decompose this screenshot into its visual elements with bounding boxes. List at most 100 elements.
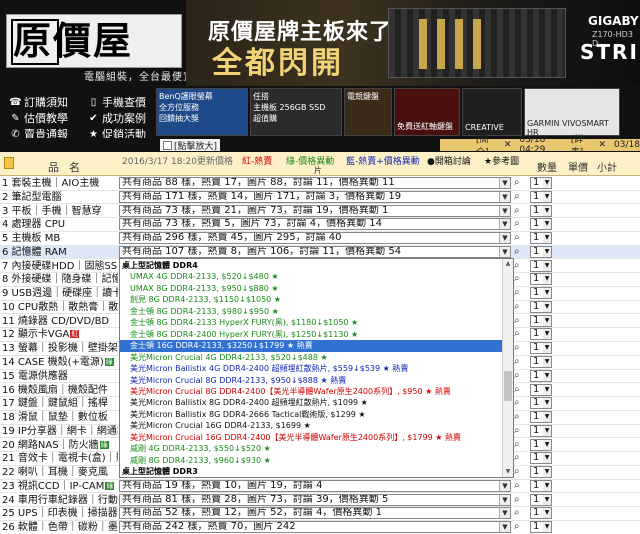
quantity-select[interactable]: 1 ▼ <box>530 356 552 368</box>
search-icon[interactable]: ⌕ <box>514 480 526 492</box>
category-label[interactable]: 18 滑鼠｜鼠墊｜數位板 <box>2 411 118 424</box>
search-icon[interactable]: ⌕ <box>514 439 526 451</box>
dropdown-option[interactable]: 威剛 4G DDR4-2133, $550↓$520 ★ <box>120 443 504 455</box>
quantity-select[interactable]: 1 ▼ <box>530 328 552 341</box>
product-select[interactable]: 共有商品 52 樣，熱賣 12，圖片 52，討論 4，價格異動 1 ▼ <box>119 507 511 520</box>
quantity-select[interactable]: 1 ▼ <box>530 259 552 272</box>
ad-creative[interactable]: CREATIVE <box>462 88 522 136</box>
category-label[interactable]: 2 筆記型電腦 <box>2 191 118 204</box>
category-label[interactable]: 14 CASE 機殼(+電源) 綠 <box>2 356 118 369</box>
quantity-select[interactable]: 1 ▼ <box>530 300 552 313</box>
search-icon[interactable]: ⌕ <box>514 425 526 437</box>
product-select[interactable]: 共有商品 81 樣，熱賣 28，圖片 73，討論 39，價格異動 5 ▼ <box>119 493 511 506</box>
dropdown-option[interactable]: 美光Micron Crucial 8G DDR4-2400【美光半導體Wafer… <box>120 386 504 398</box>
search-icon[interactable]: ⌕ <box>514 287 526 299</box>
search-icon[interactable]: ⌕ <box>514 260 526 272</box>
zoom-toggle[interactable]: [點擊放大] <box>160 139 221 152</box>
search-icon[interactable]: ⌕ <box>514 301 526 313</box>
category-label[interactable]: 20 網路NAS｜防火牆綠 <box>2 439 118 452</box>
search-icon[interactable]: ⌕ <box>514 384 526 396</box>
dropdown-option[interactable]: 金士頓 16G DDR4-2133, $3250↓$1799 ★ 熱賣 <box>120 340 504 353</box>
category-label[interactable]: 5 主機板 MB <box>2 232 118 245</box>
search-icon[interactable]: ⌕ <box>514 466 526 478</box>
category-label[interactable]: 11 燒錄器 CD/DVD/BD <box>2 315 118 328</box>
product-select[interactable]: 共有商品 171 樣，熱賣 14，圖片 171，討論 3，價格異動 19 ▼ <box>119 190 511 203</box>
product-select[interactable]: 共有商品 242 樣，熱賣 70，圖片 242 ▼ <box>119 521 511 534</box>
product-select[interactable]: 共有商品 73 樣，熱賣 21，圖片 73，討論 19，價格異動 1 ▼ <box>119 204 511 217</box>
category-label[interactable]: 4 處理器 CPU <box>2 218 118 231</box>
ad-benq[interactable]: BenQ護眼螢幕 全方位服務 回饋抽大獎 <box>156 88 248 136</box>
category-label[interactable]: 24 車用行車紀錄器｜行動電 <box>2 494 118 507</box>
dropdown-option[interactable]: 美光Micron Crucial 16G DDR4-2400【美光半導體Wafe… <box>120 432 504 444</box>
nav-mobile-price[interactable]: ▯ 手機查價 <box>88 94 146 110</box>
search-icon[interactable]: ⌕ <box>514 191 526 203</box>
quantity-select[interactable]: 1 ▼ <box>530 397 552 410</box>
dropdown-option[interactable]: 美光Micron Crucial 4G DDR4-2133, $520↓$488… <box>120 352 504 364</box>
dropdown-option[interactable]: UMAX 8G DDR4-2133, $950↓$880 ★ <box>120 283 504 295</box>
search-icon[interactable]: ⌕ <box>514 356 526 368</box>
category-label[interactable]: 26 軟體｜色帶｜碳粉｜墨水 <box>2 521 118 534</box>
category-label[interactable]: 12 顯示卡VGA 紅 <box>2 328 118 341</box>
search-icon[interactable]: ⌕ <box>514 246 526 258</box>
search-icon[interactable]: ⌕ <box>514 273 526 285</box>
quantity-select[interactable]: 1 ▼ <box>530 466 552 479</box>
search-icon[interactable]: ⌕ <box>514 521 526 533</box>
site-logo[interactable]: 原價屋 <box>6 14 182 68</box>
scroll-thumb[interactable] <box>504 371 512 401</box>
dropdown-option[interactable]: 金士頓 8G DDR4-2133 HyperX FURY(黑), $1180↓$… <box>120 317 504 329</box>
category-label[interactable]: 17 鍵盤｜鍵鼠組｜搖桿 <box>2 397 118 410</box>
quantity-select[interactable]: 1 ▼ <box>530 493 552 506</box>
dropdown-option[interactable]: 威剛 8G DDR4-2133, $960↓$930 ★ <box>120 455 504 467</box>
quantity-select[interactable]: 1 ▼ <box>530 521 552 534</box>
quantity-select[interactable]: 1 ▼ <box>530 438 552 451</box>
nav-order-info[interactable]: ☎ 訂購須知 <box>9 94 68 110</box>
category-label[interactable]: 8 外接硬碟｜隨身碟｜記憶 <box>2 273 118 286</box>
quantity-select[interactable]: 1 ▼ <box>530 479 552 492</box>
search-icon[interactable]: ⌕ <box>514 494 526 506</box>
category-label[interactable]: 3 平板｜手機｜智慧穿 <box>2 205 118 218</box>
category-label[interactable]: 25 UPS｜印表機｜掃描器 <box>2 507 118 520</box>
category-label[interactable]: 16 機殼風扇｜機殼配件 <box>2 384 118 397</box>
dropdown-option[interactable]: 金士頓 8G DDR4-2133, $980↓$950 ★ <box>120 306 504 318</box>
quantity-select[interactable]: 1 ▼ <box>530 273 552 286</box>
dropdown-option[interactable]: 美光Micron Ballistix 4G DDR4-2400 超頻埋紅散熱片,… <box>120 363 504 375</box>
dropdown-option[interactable]: 美光Micron Crucial 16G DDR4-2133, $1699 ★ <box>120 420 504 432</box>
category-label[interactable]: 9 USB週邊｜硬碟座｜讀卡 <box>2 287 118 300</box>
search-icon[interactable]: ⌕ <box>514 342 526 354</box>
search-icon[interactable]: ⌕ <box>514 507 526 519</box>
quantity-select[interactable]: 1 ▼ <box>530 287 552 300</box>
quantity-select[interactable]: 1 ▼ <box>530 424 552 437</box>
search-icon[interactable]: ⌕ <box>514 411 526 423</box>
category-label[interactable]: 19 IP分享器｜網卡｜網通設 <box>2 425 118 438</box>
dropdown-option[interactable]: 美光Micron Crucial 8G DDR4-2133, $950↓$888… <box>120 375 504 387</box>
search-icon[interactable]: ⌕ <box>514 232 526 244</box>
search-icon[interactable]: ⌕ <box>514 315 526 327</box>
scroll-up-icon[interactable]: ▲ <box>503 259 513 269</box>
quantity-select[interactable]: 1 ▼ <box>530 218 552 231</box>
product-select[interactable]: 共有商品 19 樣，熱賣 10，圖片 19，討論 4 ▼ <box>119 479 511 492</box>
ad-keyboard[interactable]: 電競鍵盤 <box>344 88 392 136</box>
search-icon[interactable]: ⌕ <box>514 397 526 409</box>
quantity-select[interactable]: 1 ▼ <box>530 507 552 520</box>
nav-success-cases[interactable]: ✔ 成功案例 <box>88 110 146 126</box>
category-label[interactable]: 13 螢幕｜投影機｜壁掛架 <box>2 342 118 355</box>
category-label[interactable]: 22 喇叭｜耳機｜麥克風 <box>2 466 118 479</box>
quantity-select[interactable]: 1 ▼ <box>530 342 552 355</box>
ad-red-switch[interactable]: 免費送紅軸鍵盤 <box>394 88 460 136</box>
quantity-select[interactable]: 1 ▼ <box>530 369 552 382</box>
dropdown-option[interactable]: 創見 8G DDR4-2133, $1150↓$1050 ★ <box>120 294 504 306</box>
search-icon[interactable]: ⌕ <box>514 205 526 217</box>
dropdown-scrollbar[interactable]: ▲ ▼ <box>502 259 513 477</box>
search-icon[interactable]: ⌕ <box>514 452 526 464</box>
category-label[interactable]: 15 電源供應器 <box>2 370 118 383</box>
product-select[interactable]: 共有商品 73 樣，熱賣 5，圖片 73，討論 4，價格異動 14 ▼ <box>119 218 511 231</box>
search-icon[interactable]: ⌕ <box>514 370 526 382</box>
dropdown-option[interactable]: UMAX 4G DDR4-2133, $520↓$480 ★ <box>120 271 504 283</box>
search-icon[interactable]: ⌕ <box>514 218 526 230</box>
dropdown-option[interactable]: 美光Micron Ballistix 8G DDR4-2666 Tactical… <box>120 409 504 421</box>
quantity-select[interactable]: 1 ▼ <box>530 177 552 189</box>
product-select[interactable]: 共有商品 107 樣，熱賣 8，圖片 106，討論 11，價格異動 54 ▼ <box>119 245 511 258</box>
scroll-down-icon[interactable]: ▼ <box>503 467 513 477</box>
quantity-select[interactable]: 1 ▼ <box>530 314 552 327</box>
detail-close-icon[interactable]: ✕ <box>599 140 607 150</box>
